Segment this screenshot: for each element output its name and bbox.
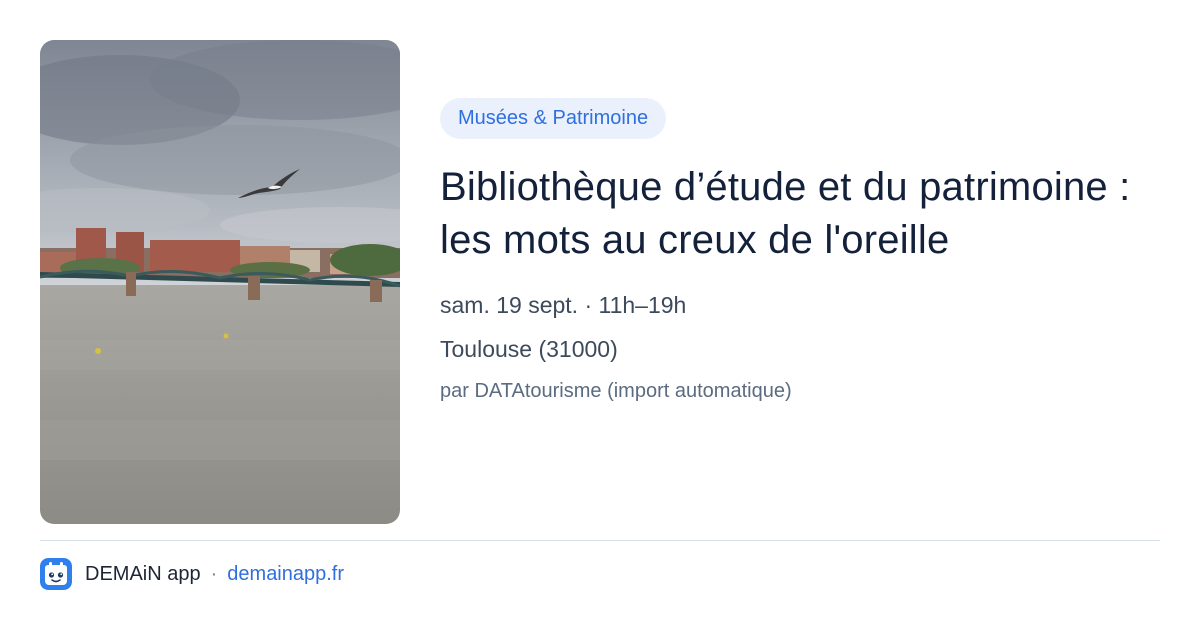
footer-separator: ·	[210, 562, 218, 585]
app-name: DEMAiN app	[85, 562, 201, 585]
demain-logo-icon	[40, 558, 72, 590]
category-badge[interactable]: Musées & Patrimoine	[440, 98, 667, 139]
site-link[interactable]: demainapp.fr	[227, 563, 344, 586]
event-location: Toulouse (31000)	[440, 336, 618, 362]
footer-divider	[40, 540, 1160, 541]
event-info: Musées & Patrimoine Bibliothèque d’étude…	[440, 98, 1160, 403]
event-source: par DATAtourisme (import automatique)	[440, 380, 792, 402]
event-photo	[40, 40, 400, 524]
footer: DEMAiN app · demainapp.fr	[40, 556, 344, 592]
event-datetime: sam. 19 sept. · 11h–19h	[440, 292, 687, 318]
event-meta: sam. 19 sept. · 11h–19h Toulouse (31000)	[440, 291, 1160, 363]
event-title: Bibliothèque d’étude et du patrimoine : …	[440, 165, 1131, 262]
